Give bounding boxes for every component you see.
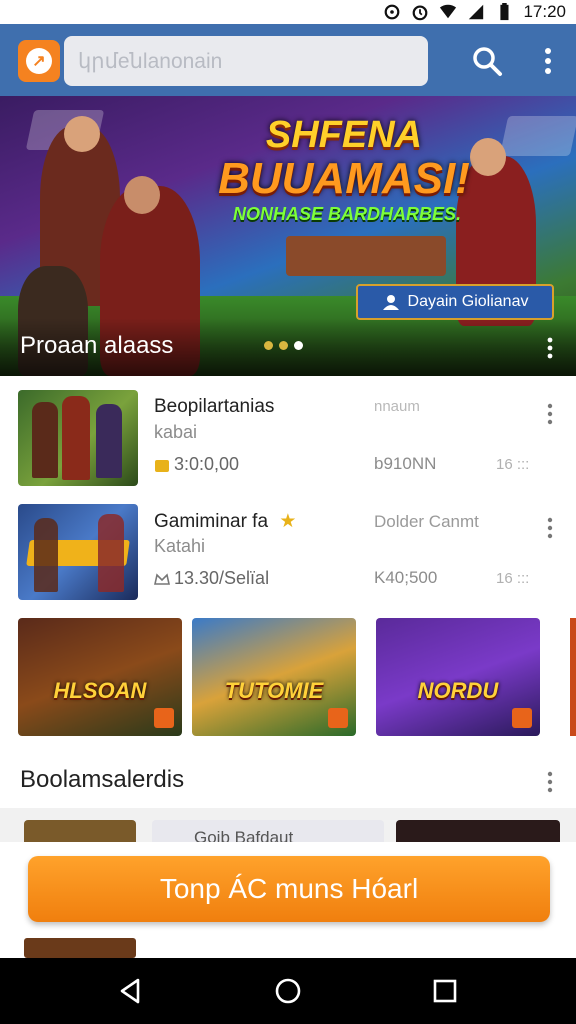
hero-cta-button[interactable]: Dayain Giolianav: [356, 284, 554, 320]
user-icon: [382, 295, 399, 310]
carousel-dot-active[interactable]: [294, 341, 303, 350]
card-title: TUTOMIE: [224, 678, 324, 703]
alarm-icon: [413, 5, 428, 21]
primary-action-button[interactable]: Tonp ÁC muns Hóarl: [28, 856, 550, 922]
home-icon[interactable]: [273, 976, 303, 1006]
item-title: Beopilartanias: [154, 396, 275, 417]
hero-more-icon[interactable]: [544, 336, 556, 360]
star-icon: ★: [279, 511, 297, 532]
carousel-dot[interactable]: [264, 341, 273, 350]
hero-title-line2: BUUAMASI!: [218, 154, 470, 203]
hero-cta-label: Dayain Giolianav: [407, 293, 529, 310]
item-meta-extra: 16 :::: [496, 456, 530, 473]
item-meta-value: K40;500: [374, 568, 438, 587]
card-badge-icon: [154, 708, 174, 728]
section-more-icon[interactable]: [544, 770, 556, 794]
system-nav-bar: [0, 958, 576, 1024]
back-icon[interactable]: [116, 976, 146, 1006]
game-card[interactable]: HLSOAN: [18, 618, 182, 736]
list-item[interactable]: Beopilartanias kabai 3:0:0,00 nnaum b910…: [0, 376, 576, 486]
item-meta: Dolder Canmt: [374, 512, 479, 531]
item-price: 13.30/Selïal: [154, 568, 269, 589]
next-card-peek: [570, 618, 576, 736]
section-title: Boolamsalerdis: [20, 766, 185, 793]
card-title: NORDU: [417, 678, 499, 703]
featured-cards: HLSOAN TUTOMIE NORDU: [0, 618, 576, 738]
hero-title: SHFENA: [265, 114, 423, 156]
recents-icon[interactable]: [430, 976, 460, 1006]
battery-icon: [500, 3, 509, 21]
game-card[interactable]: NORDU: [376, 618, 540, 736]
status-time: 17:20: [523, 2, 566, 21]
item-subtitle: kabai: [154, 422, 198, 442]
stadium-light: [499, 116, 576, 156]
game-thumbnail: [18, 390, 138, 486]
hero-character-head: [64, 116, 100, 152]
carousel-indicator: [264, 341, 303, 350]
item-meta-extra: 16 :::: [496, 570, 530, 587]
wifi-icon: [440, 4, 457, 19]
hero-subtitle: NONHASE BARDHARBES.: [232, 204, 461, 224]
sync-icon: [385, 4, 400, 20]
building: [286, 236, 446, 276]
item-title: Gamiminar fa ★: [154, 510, 296, 533]
card-badge-icon: [328, 708, 348, 728]
item-more-icon[interactable]: [544, 516, 556, 540]
hero-banner[interactable]: SHFENA BUUAMASI! NONHASE BARDHARBES. Day…: [0, 96, 576, 376]
hero-character-head: [470, 138, 506, 176]
card-title: HLSOAN: [53, 678, 147, 703]
brand-logo-icon[interactable]: ↗: [18, 40, 60, 82]
primary-action-label: Tonp ÁC muns Hóarl: [159, 873, 419, 904]
game-card[interactable]: TUTOMIE: [192, 618, 356, 736]
signal-icon: [469, 4, 484, 20]
more-vert-icon[interactable]: [536, 44, 560, 78]
item-price: 3:0:0,00: [154, 454, 239, 475]
search-query: կրմeնlanonain: [78, 49, 223, 73]
item-title-text: Gamiminar fa: [154, 511, 269, 532]
coin-icon: [155, 459, 169, 472]
item-more-icon[interactable]: [544, 402, 556, 426]
crown-icon: [154, 572, 170, 585]
item-meta-value: b910NN: [374, 454, 437, 473]
hero-character-head: [124, 176, 160, 214]
search-input[interactable]: կրմeնlanonain: [64, 36, 428, 86]
game-thumbnail: [24, 938, 136, 958]
hero-caption: Proaan alaass: [20, 332, 174, 359]
game-thumbnail: [18, 504, 138, 600]
item-price-value: 3:0:0,00: [174, 454, 240, 474]
list-item[interactable]: Gamiminar fa ★ Katahi 13.30/Selïal Dolde…: [0, 490, 576, 600]
status-bar: 17:20: [0, 0, 576, 24]
carousel-dot[interactable]: [279, 341, 288, 350]
search-icon[interactable]: [470, 44, 504, 78]
screen: 17:20 ↗ կրմeնlanonain SHFENA BUUAMASI! N…: [0, 0, 576, 1024]
card-badge-icon: [512, 708, 532, 728]
item-price-value: 13.30/Selïal: [174, 568, 270, 588]
app-bar: ↗ կրմeնlanonain: [0, 24, 576, 96]
item-meta: nnaum: [374, 398, 420, 415]
item-subtitle: Katahi: [154, 536, 206, 556]
